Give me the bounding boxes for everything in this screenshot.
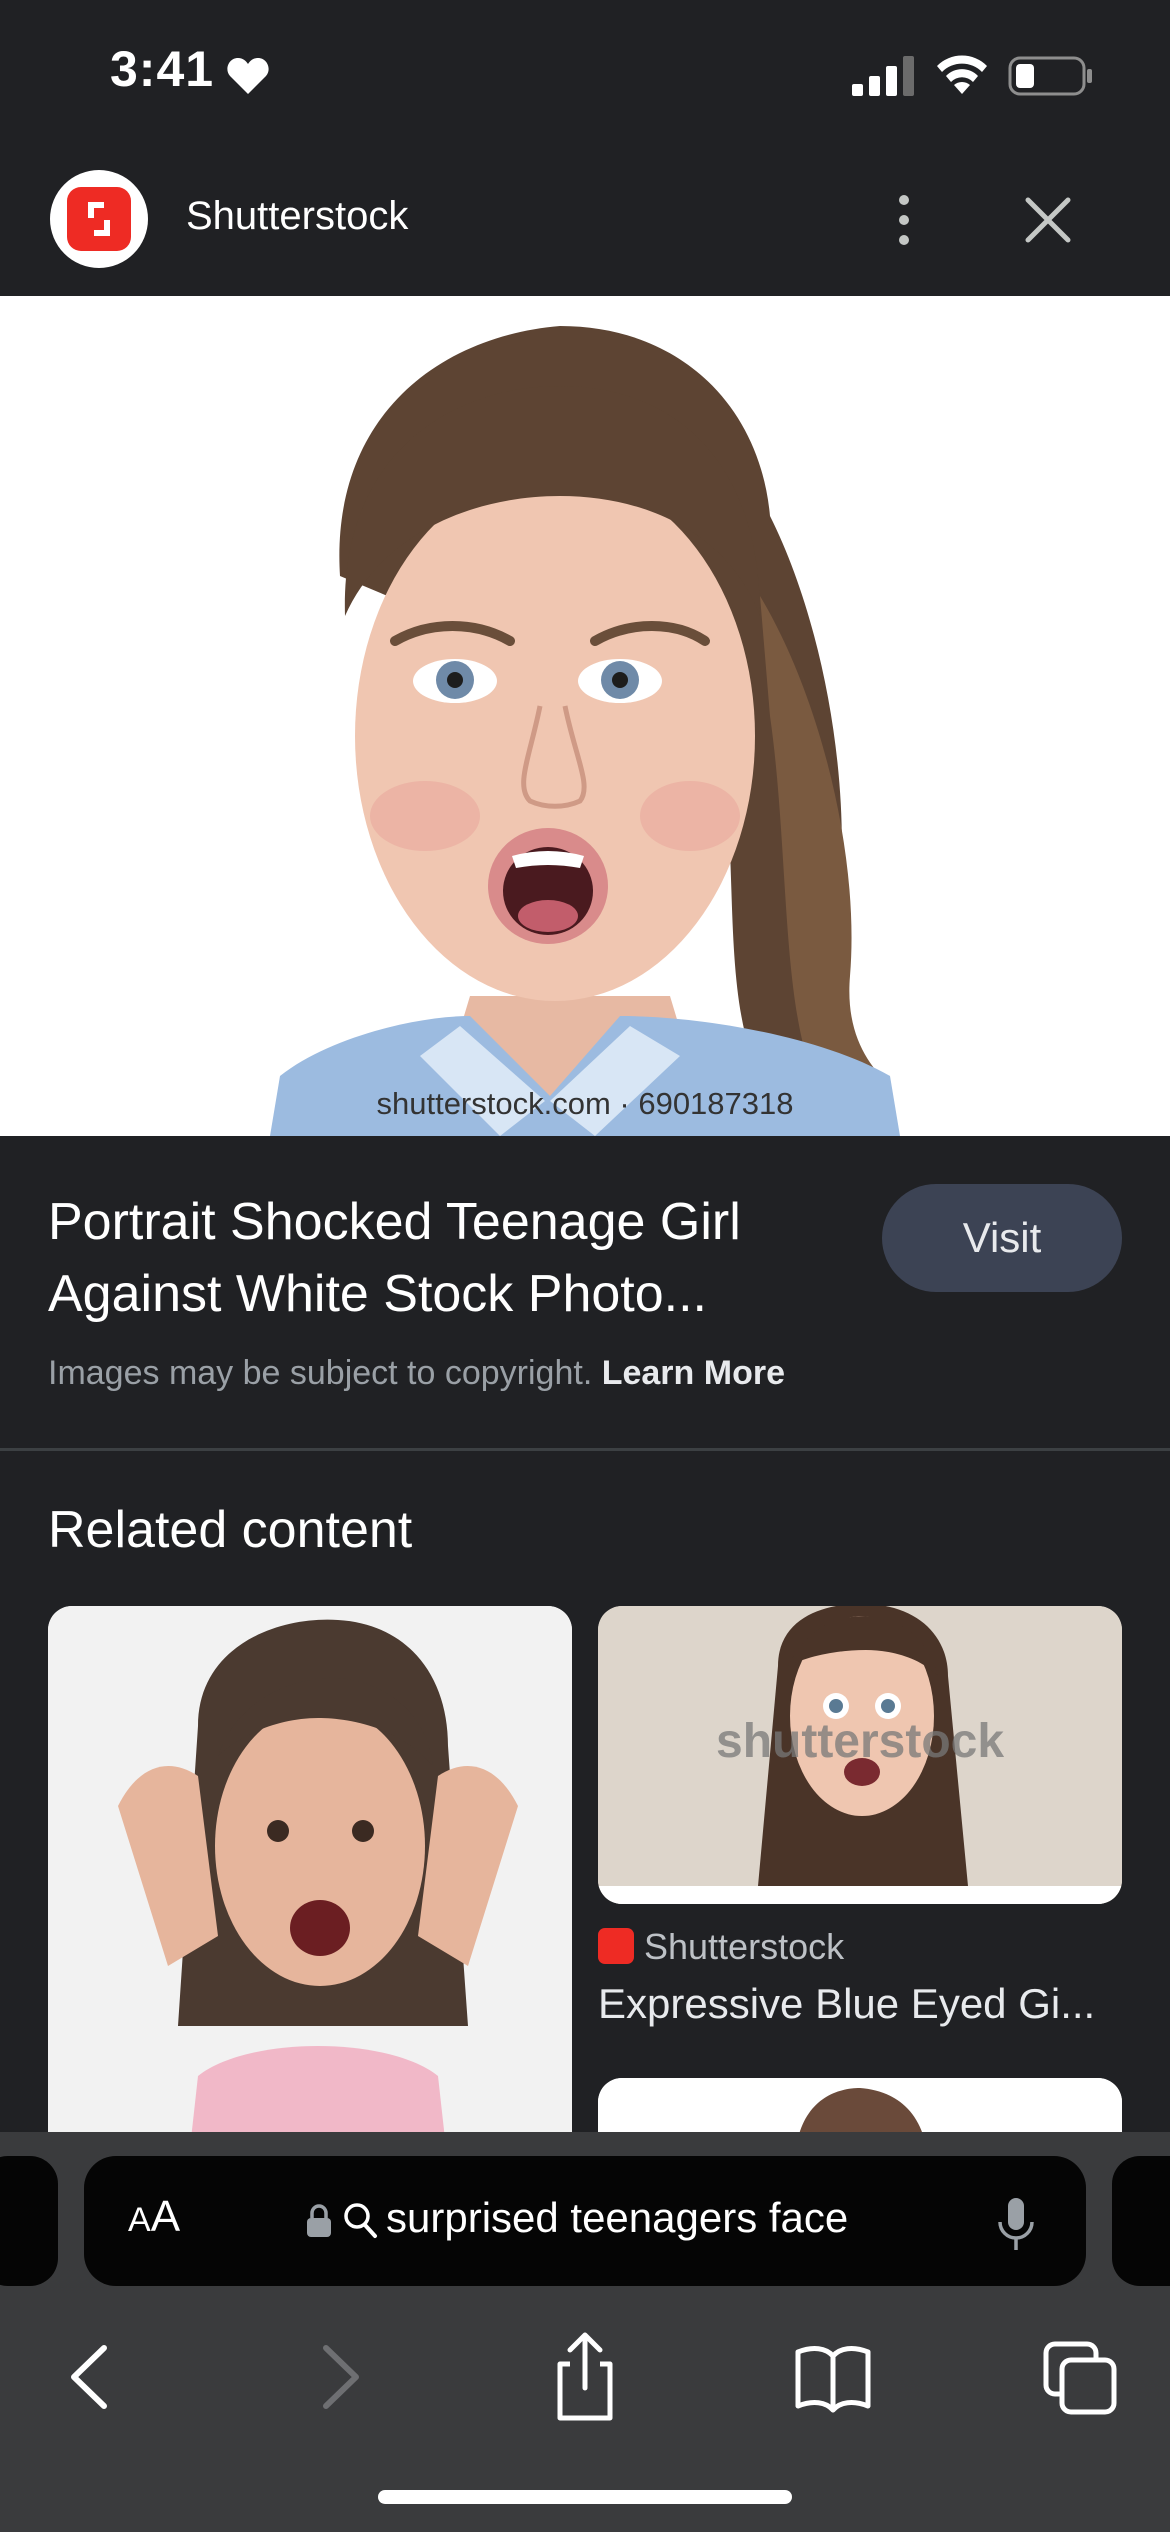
related-watermark: shutterstock <box>716 1715 1005 1768</box>
status-time: 3:41 <box>110 41 215 97</box>
related-content-heading: Related content <box>48 1501 413 1559</box>
previous-tab-peek[interactable] <box>0 2156 58 2286</box>
cellular-signal-icon <box>852 56 914 96</box>
visit-button[interactable]: Visit <box>882 1184 1122 1292</box>
portrait-photo <box>0 296 1170 1136</box>
search-icon <box>344 2203 377 2238</box>
result-image[interactable]: shutterstock.com · 690187318 <box>0 296 1170 1136</box>
heart-icon <box>227 58 269 94</box>
copyright-text: Images may be subject to copyright. <box>48 1354 602 1392</box>
browser-toolbar: AA surprised teenagers face <box>0 2132 1170 2532</box>
status-bar: 3:41 <box>0 0 1170 150</box>
image-info: Portrait Shocked Teenage Girl Against Wh… <box>0 1136 1170 1450</box>
lock-icon <box>307 2204 331 2237</box>
more-options-icon[interactable] <box>880 190 928 250</box>
wifi-icon <box>937 55 987 94</box>
home-indicator[interactable] <box>378 2490 792 2504</box>
image-title[interactable]: Portrait Shocked Teenage Girl Against Wh… <box>48 1186 848 1330</box>
back-icon[interactable] <box>34 2322 144 2432</box>
shutterstock-logo[interactable] <box>50 170 148 268</box>
bookmarks-icon[interactable] <box>778 2322 888 2432</box>
learn-more-link[interactable]: Learn More <box>602 1354 785 1392</box>
tabs-icon[interactable] <box>1026 2322 1136 2432</box>
divider <box>0 1448 1170 1451</box>
image-watermark: shutterstock.com · 690187318 <box>376 1086 794 1121</box>
url-text[interactable]: surprised teenagers face <box>386 2194 848 2242</box>
site-name[interactable]: Shutterstock <box>186 194 408 239</box>
next-tab-peek[interactable] <box>1112 2156 1170 2286</box>
forward-icon[interactable] <box>284 2322 394 2432</box>
related-card-source-name: Shutterstock <box>644 1926 845 1967</box>
related-card-right[interactable]: shutterstock <box>598 1606 1122 1904</box>
reader-text-size-button[interactable]: AA <box>128 2192 180 2242</box>
close-icon[interactable] <box>1020 192 1076 248</box>
share-icon[interactable] <box>530 2322 640 2432</box>
copyright-notice: Images may be subject to copyright. Lear… <box>48 1354 785 1393</box>
mic-icon[interactable] <box>996 2196 1036 2252</box>
related-card-left[interactable] <box>48 1606 572 2166</box>
browser-nav-row <box>0 2322 1170 2432</box>
battery-icon <box>1008 56 1092 96</box>
related-card-title[interactable]: Expressive Blue Eyed Gi... <box>598 1980 1122 2028</box>
address-bar[interactable]: AA surprised teenagers face <box>84 2156 1086 2286</box>
related-photo-left <box>48 1606 572 2166</box>
shutterstock-favicon-icon <box>598 1928 634 1964</box>
result-header: Shutterstock <box>0 150 1170 296</box>
